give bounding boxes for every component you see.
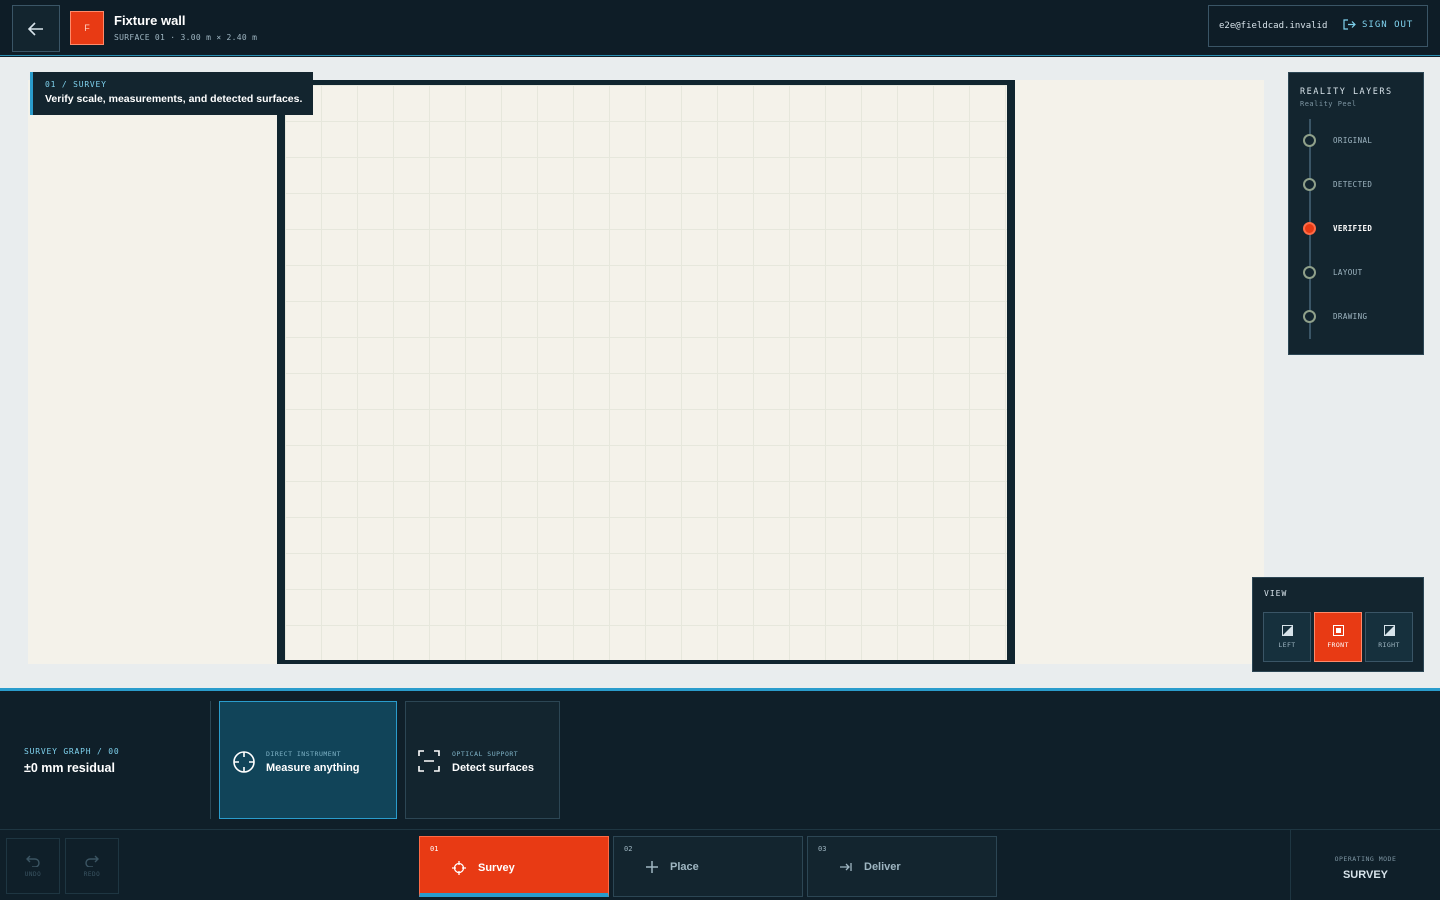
view-right-button[interactable]: RIGHT (1365, 612, 1413, 662)
stage-name: Place (670, 861, 699, 873)
stage-number: 03 (818, 845, 827, 853)
view-label: LEFT (1278, 641, 1296, 649)
survey-graph-kicker: SURVEY GRAPH / 00 (24, 747, 120, 756)
layer-label: LAYOUT (1333, 268, 1363, 277)
view-title: VIEW (1264, 589, 1288, 598)
layer-dot (1303, 222, 1316, 235)
layer-dot (1303, 178, 1316, 191)
tool-name: Measure anything (266, 762, 360, 774)
layer-label: ORIGINAL (1333, 136, 1373, 145)
drawing-canvas[interactable] (28, 80, 1264, 664)
logo-letter: F (84, 23, 90, 33)
back-button[interactable] (12, 5, 60, 52)
layer-label: VERIFIED (1333, 224, 1373, 233)
stage-survey[interactable]: 01 Survey (419, 836, 609, 897)
project-logo: F (70, 11, 104, 45)
sign-out-label: SIGN OUT (1362, 19, 1414, 30)
view-label: FRONT (1327, 641, 1349, 649)
undo-label: UNDO (24, 870, 42, 878)
layer-dot (1303, 310, 1316, 323)
view-front-button[interactable]: FRONT (1314, 612, 1362, 662)
page-title: Fixture wall (114, 13, 186, 28)
right-view-icon (1383, 625, 1395, 636)
undo-button[interactable]: UNDO (6, 838, 60, 894)
undo-icon (26, 855, 40, 867)
survey-graph-value: ±0 mm residual (24, 761, 115, 775)
wall-surface[interactable] (277, 80, 1015, 664)
tool-kicker: OPTICAL SUPPORT (452, 750, 519, 758)
reality-layers-panel: REALITY LAYERS Reality Peel ORIGINAL DET… (1288, 72, 1424, 355)
stage-name: Survey (478, 862, 515, 874)
view-panel: VIEW LEFT FRONT RIGHT (1252, 577, 1424, 672)
bottom-panel: SURVEY GRAPH / 00 ±0 mm residual DIRECT … (0, 688, 1440, 900)
app-header: F Fixture wall SURFACE 01 · 3.00 m × 2.4… (0, 0, 1440, 56)
step-kicker: 01 / SURVEY (45, 80, 107, 89)
tool-kicker: DIRECT INSTRUMENT (266, 750, 342, 758)
target-icon (452, 861, 466, 875)
surface-subtitle: SURFACE 01 · 3.00 m × 2.40 m (114, 33, 258, 42)
account-box: e2e@fieldcad.invalid SIGN OUT (1208, 5, 1428, 47)
layer-drawing[interactable]: DRAWING (1303, 310, 1367, 323)
view-label: RIGHT (1378, 641, 1400, 649)
stage-place[interactable]: 02 Place (613, 836, 803, 897)
tool-name: Detect surfaces (452, 762, 534, 774)
layer-verified[interactable]: VERIFIED (1303, 222, 1372, 235)
layer-label: DRAWING (1333, 312, 1368, 321)
account-email: e2e@fieldcad.invalid (1219, 21, 1328, 31)
workspace (0, 57, 1440, 688)
layer-label: DETECTED (1333, 180, 1373, 189)
layer-dot (1303, 134, 1316, 147)
stage-number: 02 (624, 845, 633, 853)
detect-surfaces-button[interactable]: OPTICAL SUPPORT Detect surfaces (405, 701, 560, 819)
layer-dot (1303, 266, 1316, 279)
front-view-icon (1332, 625, 1344, 636)
divider (210, 701, 211, 819)
left-view-icon (1281, 625, 1293, 636)
scan-frame-icon (418, 750, 440, 772)
redo-label: REDO (83, 870, 101, 878)
layers-title: REALITY LAYERS (1300, 87, 1393, 97)
export-arrow-icon (840, 863, 852, 871)
step-banner: 01 / SURVEY Verify scale, measurements, … (30, 72, 313, 115)
footer-divider (0, 829, 1440, 830)
layers-subtitle: Reality Peel (1300, 100, 1357, 108)
step-message: Verify scale, measurements, and detected… (45, 93, 303, 105)
arrow-left-icon (28, 21, 43, 36)
operating-mode-value: SURVEY (1342, 869, 1389, 881)
stage-name: Deliver (864, 861, 901, 873)
redo-icon (85, 855, 99, 867)
sign-out-button[interactable]: SIGN OUT (1343, 19, 1413, 30)
layer-layout[interactable]: LAYOUT (1303, 266, 1363, 279)
stage-deliver[interactable]: 03 Deliver (807, 836, 997, 897)
layer-original[interactable]: ORIGINAL (1303, 134, 1372, 147)
layer-detected[interactable]: DETECTED (1303, 178, 1372, 191)
operating-mode: OPERATING MODE SURVEY (1290, 830, 1440, 900)
stage-number: 01 (430, 845, 439, 853)
plus-icon (646, 861, 658, 873)
sign-out-icon (1343, 19, 1356, 30)
redo-button[interactable]: REDO (65, 838, 119, 894)
operating-mode-label: OPERATING MODE (1334, 855, 1397, 863)
view-left-button[interactable]: LEFT (1263, 612, 1311, 662)
measure-tool-button[interactable]: DIRECT INSTRUMENT Measure anything (219, 701, 397, 819)
crosshair-icon (233, 751, 255, 773)
